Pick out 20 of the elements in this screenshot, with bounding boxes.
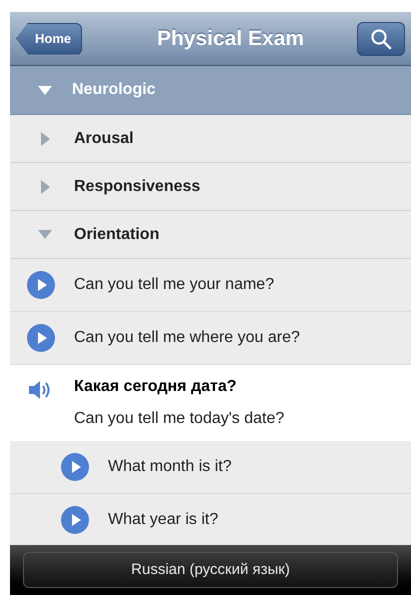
search-icon bbox=[370, 28, 392, 50]
phrase-text: Can you tell me your name? bbox=[74, 275, 274, 295]
phrase-text: Can you tell me today's date? bbox=[74, 409, 284, 429]
category-label: Orientation bbox=[74, 224, 160, 244]
language-button[interactable]: Russian (русский язык) bbox=[23, 552, 398, 588]
category-row[interactable]: Responsiveness bbox=[10, 163, 411, 211]
phrase-text: What year is it? bbox=[108, 510, 218, 530]
category-label: Arousal bbox=[74, 128, 134, 148]
phrase-text: What month is it? bbox=[108, 457, 232, 477]
translation-text: Какая сегодня дата? bbox=[74, 377, 238, 397]
search-button[interactable] bbox=[357, 22, 405, 56]
screen-title: Physical Exam bbox=[156, 26, 306, 52]
back-button[interactable]: Home bbox=[16, 22, 82, 54]
section-label: Neurologic bbox=[72, 80, 156, 100]
category-label: Responsiveness bbox=[74, 176, 200, 196]
category-row[interactable]: Orientation bbox=[10, 211, 411, 259]
phrase-text: Can you tell me where you are? bbox=[74, 328, 300, 348]
phrase-row[interactable]: What month is it? bbox=[10, 441, 411, 494]
category-row[interactable]: Arousal bbox=[10, 115, 411, 163]
phrase-row[interactable]: Can you tell me your name? bbox=[10, 259, 411, 312]
